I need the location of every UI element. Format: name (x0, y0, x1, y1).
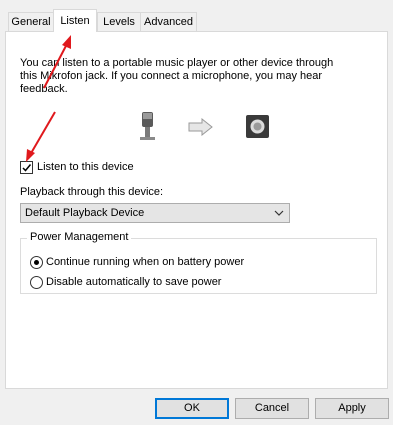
chevron-down-icon (274, 210, 284, 216)
listen-checkbox[interactable] (20, 161, 33, 174)
tab-label: Advanced (144, 16, 193, 28)
speaker-icon (246, 115, 269, 138)
tab-label: Levels (103, 16, 135, 28)
tab-label: General (11, 16, 51, 28)
listen-description: You can listen to a portable music playe… (20, 57, 334, 95)
playback-device-value: Default Playback Device (25, 207, 145, 219)
microphone-icon (140, 112, 155, 140)
tab-label: Listen (60, 15, 90, 27)
tab-listen[interactable]: Listen (53, 9, 97, 32)
playback-label: Playback through this device: (20, 186, 164, 198)
tab-levels[interactable]: Levels (97, 12, 141, 31)
ok-button[interactable]: OK (155, 398, 229, 419)
radio-continue-running[interactable] (30, 256, 43, 269)
checkmark-icon (22, 164, 32, 172)
playback-device-select[interactable]: Default Playback Device (20, 203, 290, 223)
radio-continue-running-label: Continue running when on battery power (46, 256, 245, 268)
radio-disable-automatically-label: Disable automatically to save power (46, 276, 222, 288)
apply-button[interactable]: Apply (315, 398, 389, 419)
tab-advanced[interactable]: Advanced (140, 12, 197, 31)
listen-checkbox-label: Listen to this device (37, 161, 134, 173)
power-management-title: Power Management (27, 231, 132, 243)
right-arrow-icon (188, 118, 213, 136)
tab-general[interactable]: General (8, 12, 54, 31)
radio-disable-automatically[interactable] (30, 276, 43, 289)
cancel-button[interactable]: Cancel (235, 398, 309, 419)
